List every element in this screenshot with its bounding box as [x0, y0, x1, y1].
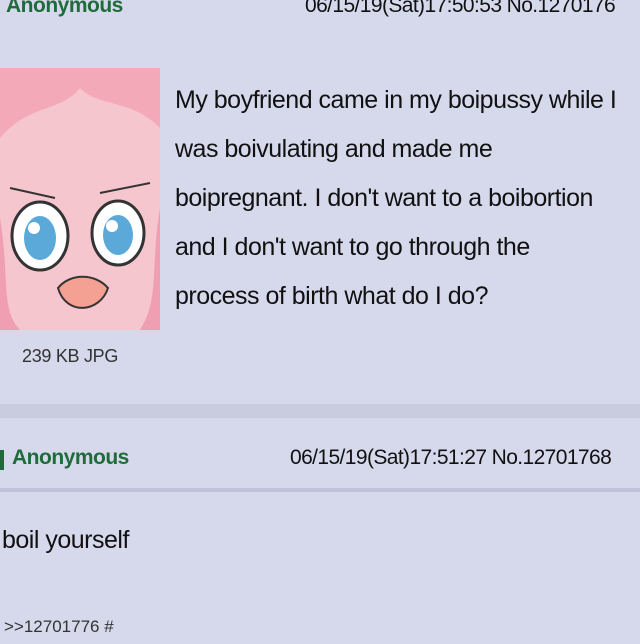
post-body-line: and I don't want to go through the — [175, 233, 530, 261]
post-body-line: boipregnant. I don't want to a boibortio… — [175, 184, 593, 212]
post-body: My boyfriend came in my boipussy while I… — [175, 76, 617, 321]
post-datetime-number[interactable]: 06/15/19(Sat)17:51:27 No.12701768 — [290, 446, 612, 470]
divider — [0, 488, 640, 492]
post-thumbnail[interactable] — [0, 68, 160, 330]
poster-name[interactable]: Anonymous — [12, 446, 129, 470]
post-reply: Anonymous 06/15/19(Sat)17:51:27 No.12701… — [0, 418, 640, 644]
poster-name[interactable]: Anonymous — [6, 0, 123, 18]
post-body-line: was boivulating and made me — [175, 135, 493, 163]
post-datetime-number[interactable]: 06/15/19(Sat)17:50:53 No.1270176 — [305, 0, 616, 18]
post-marker — [0, 450, 4, 470]
anime-girl-image — [0, 68, 160, 330]
post-body-line: process of birth what do I do? — [175, 282, 488, 310]
post-op: Anonymous 06/15/19(Sat)17:50:53 No.12701… — [0, 0, 640, 404]
reply-backlink[interactable]: >>12701776 # — [4, 617, 114, 637]
file-info: 239 KB JPG — [22, 346, 119, 366]
post-body-line: My boyfriend came in my boipussy while I — [175, 86, 617, 114]
post-body: boil yourself — [2, 526, 129, 554]
